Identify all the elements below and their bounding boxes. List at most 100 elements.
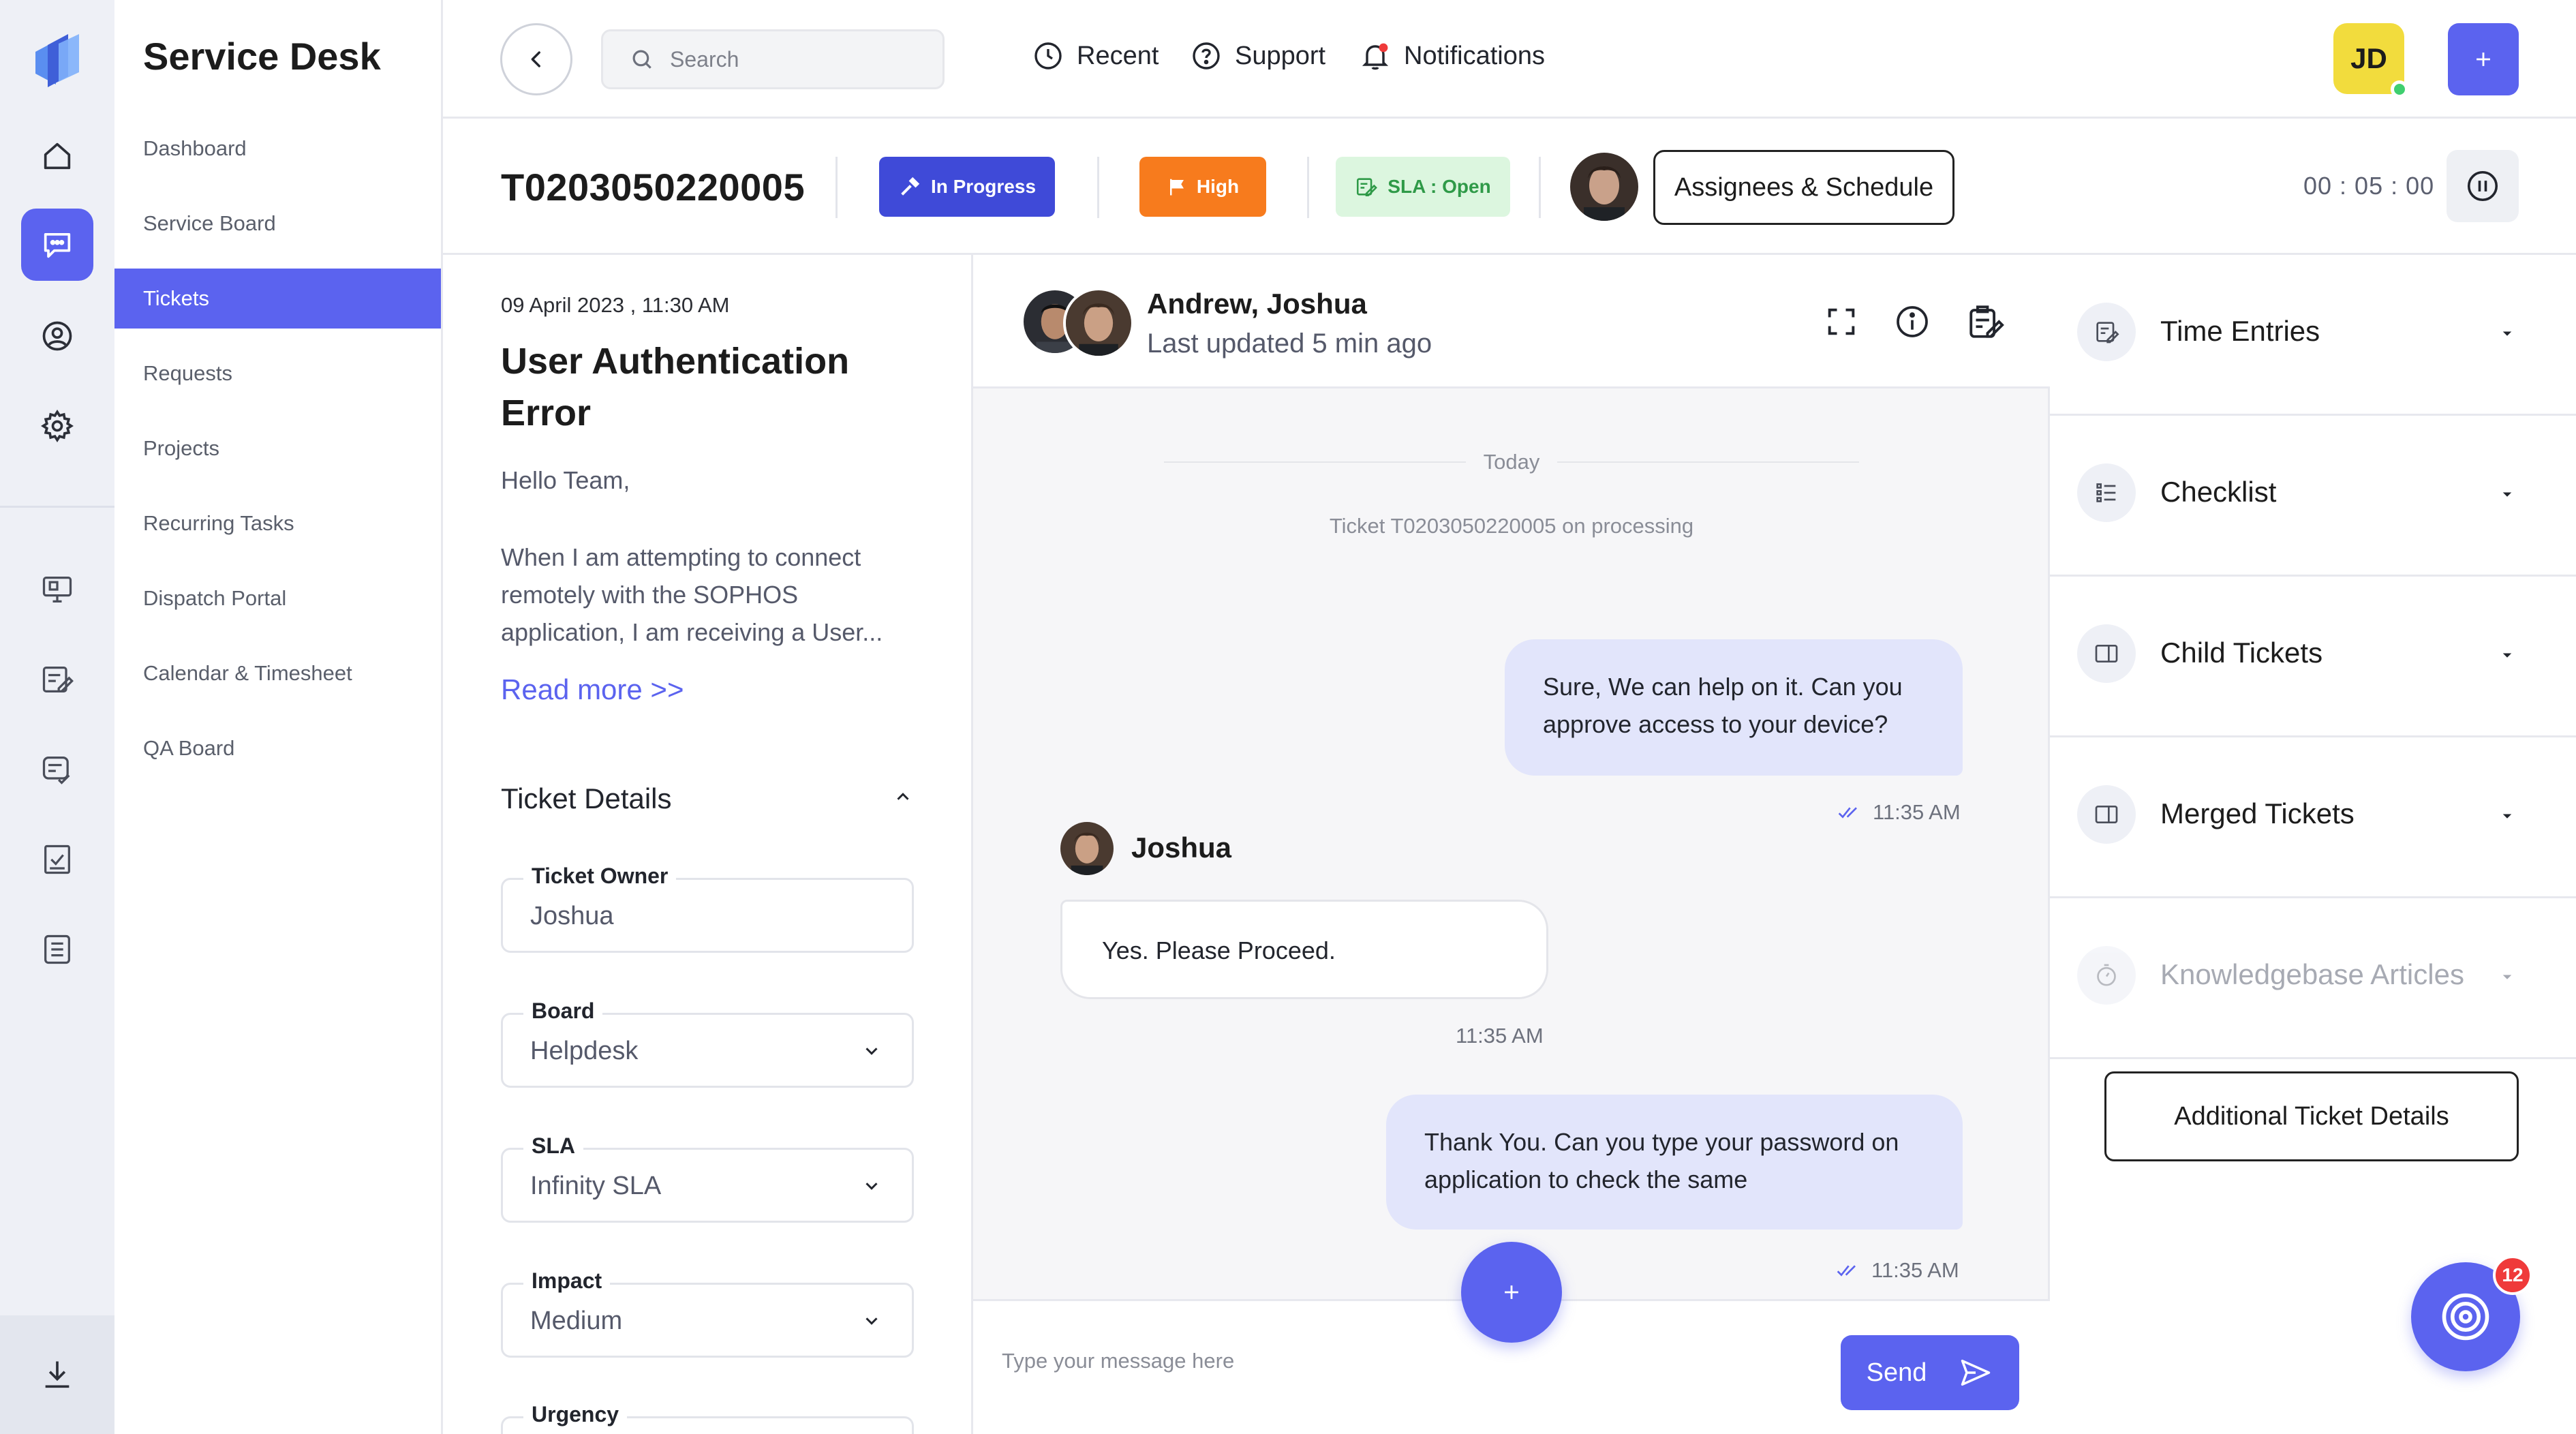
field-label: Board <box>523 998 603 1024</box>
send-button[interactable]: Send <box>1841 1335 2019 1410</box>
ticket-owner-field[interactable]: Ticket Owner Joshua <box>501 864 914 953</box>
section-merged-tickets[interactable]: Merged Tickets <box>2050 737 2576 898</box>
nav-item-qa-board[interactable]: QA Board <box>114 718 441 778</box>
priority-badge[interactable]: High <box>1139 157 1266 217</box>
system-message: Ticket T0203050220005 on processing <box>1329 514 1694 538</box>
status-label: In Progress <box>930 176 1037 197</box>
board-select[interactable]: Board Helpdesk <box>501 998 914 1088</box>
checklist-icon <box>2077 463 2136 522</box>
bell-icon <box>1362 43 1389 70</box>
rail-reports-button[interactable] <box>21 913 93 986</box>
message-time-label: 11:35 AM <box>1873 800 1961 824</box>
app-logo <box>35 34 79 87</box>
chevron-down-icon <box>2502 331 2512 336</box>
priority-label: High <box>1196 176 1240 197</box>
rail-settings-button[interactable] <box>21 390 93 462</box>
section-label: Checklist <box>2160 476 2277 508</box>
support-label: Support <box>1235 41 1326 70</box>
nav-item-tickets[interactable]: Tickets <box>114 269 441 329</box>
nav-item-projects[interactable]: Projects <box>114 418 441 478</box>
online-indicator <box>2391 80 2408 98</box>
rail-notes-button[interactable] <box>21 643 93 716</box>
ticket-header: T0203050220005 In Progress High SLA : Op… <box>443 119 2576 255</box>
sender-avatar <box>1060 822 1114 875</box>
sla-document-icon <box>1357 178 1378 197</box>
assignee-photo <box>1570 153 1638 221</box>
search-box[interactable] <box>601 29 945 89</box>
user-avatar[interactable]: JD <box>2333 23 2408 98</box>
expand-icon <box>1828 308 1855 335</box>
flag-icon <box>1169 179 1184 196</box>
field-label: SLA <box>523 1133 583 1159</box>
nav-item-calendar-timesheet[interactable]: Calendar & Timesheet <box>114 643 441 703</box>
rail-download-button[interactable] <box>0 1315 114 1434</box>
section-time-entries[interactable]: Time Entries <box>2050 255 2576 416</box>
search-input[interactable] <box>670 46 929 72</box>
participant-avatar <box>1063 288 1134 358</box>
rail-home-button[interactable] <box>21 120 93 192</box>
rail-monitor-button[interactable] <box>21 553 93 626</box>
read-more-link[interactable]: Read more >> <box>501 673 684 706</box>
stopwatch-icon <box>2077 946 2136 1005</box>
impact-select[interactable]: Impact Medium <box>501 1268 914 1358</box>
additional-ticket-details-button[interactable]: Additional Ticket Details <box>2104 1071 2519 1161</box>
assignee-avatar[interactable] <box>1570 153 1638 221</box>
ticket-sections-panel: Time Entries Checklist Child Tickets Mer… <box>2050 255 2576 1434</box>
rail-approvals-button[interactable] <box>21 733 93 806</box>
monitor-icon <box>42 577 72 602</box>
sla-badge[interactable]: SLA : Open <box>1336 157 1510 217</box>
urgency-select[interactable]: Urgency <box>501 1402 914 1434</box>
notes-button[interactable] <box>1965 301 2006 342</box>
sla-select[interactable]: SLA Infinity SLA <box>501 1133 914 1223</box>
message-time-label: 11:35 AM <box>1456 1024 1544 1048</box>
nav-item-recurring-tasks[interactable]: Recurring Tasks <box>114 493 441 553</box>
document-check-icon <box>42 757 70 784</box>
message-input[interactable] <box>1002 1349 1751 1373</box>
side-nav: Service Desk Dashboard Service Board Tic… <box>114 0 443 1434</box>
hammer-icon <box>901 177 920 196</box>
pause-timer-button[interactable] <box>2447 150 2519 222</box>
status-badge[interactable]: In Progress <box>879 157 1055 217</box>
chevron-up-icon[interactable] <box>893 787 913 807</box>
pause-icon <box>2467 170 2498 202</box>
download-icon <box>45 1361 70 1388</box>
field-value: Helpdesk <box>530 1037 639 1065</box>
recent-link[interactable]: Recent <box>1032 40 1159 72</box>
chat-icon <box>44 232 71 258</box>
section-child-tickets[interactable]: Child Tickets <box>2050 577 2576 737</box>
rail-profile-button[interactable] <box>21 300 93 372</box>
header-divider <box>1307 157 1309 218</box>
send-icon <box>1961 1359 1991 1386</box>
create-new-button[interactable] <box>2448 23 2519 95</box>
nav-item-requests[interactable]: Requests <box>114 344 441 403</box>
expand-button[interactable] <box>1821 301 1862 342</box>
section-knowledgebase-articles[interactable]: Knowledgebase Articles <box>2050 898 2576 1059</box>
chevron-down-icon <box>2502 653 2512 658</box>
message-time: 11:35 AM <box>1837 800 1961 825</box>
nav-item-dashboard[interactable]: Dashboard <box>114 119 441 179</box>
section-checklist[interactable]: Checklist <box>2050 416 2576 577</box>
chevron-down-icon <box>2502 814 2512 819</box>
notifications-label: Notifications <box>1404 41 1545 70</box>
info-button[interactable] <box>1892 301 1933 342</box>
back-button[interactable] <box>500 23 572 95</box>
add-attachment-button[interactable] <box>1461 1242 1562 1343</box>
participant-photo <box>1066 290 1131 356</box>
nav-item-service-board[interactable]: Service Board <box>114 194 441 254</box>
day-divider: Today <box>973 450 2050 474</box>
chevron-down-icon <box>865 1048 878 1055</box>
ticket-id: T0203050220005 <box>501 166 806 209</box>
double-check-icon <box>1838 807 1857 819</box>
field-value: Joshua <box>530 902 614 930</box>
notifications-link[interactable]: Notifications <box>1359 40 1545 72</box>
rail-tasks-button[interactable] <box>21 823 93 896</box>
message-time-label: 11:35 AM <box>1871 1258 1959 1282</box>
nav-item-dispatch-portal[interactable]: Dispatch Portal <box>114 568 441 628</box>
assignees-schedule-button[interactable]: Assignees & Schedule <box>1653 150 1954 225</box>
rail-tickets-button[interactable] <box>21 209 93 281</box>
support-link[interactable]: Support <box>1190 40 1325 72</box>
field-label: Impact <box>523 1268 611 1294</box>
ticket-details-heading[interactable]: Ticket Details <box>501 782 672 815</box>
field-label: Urgency <box>523 1402 628 1427</box>
task-list-icon <box>44 844 70 874</box>
